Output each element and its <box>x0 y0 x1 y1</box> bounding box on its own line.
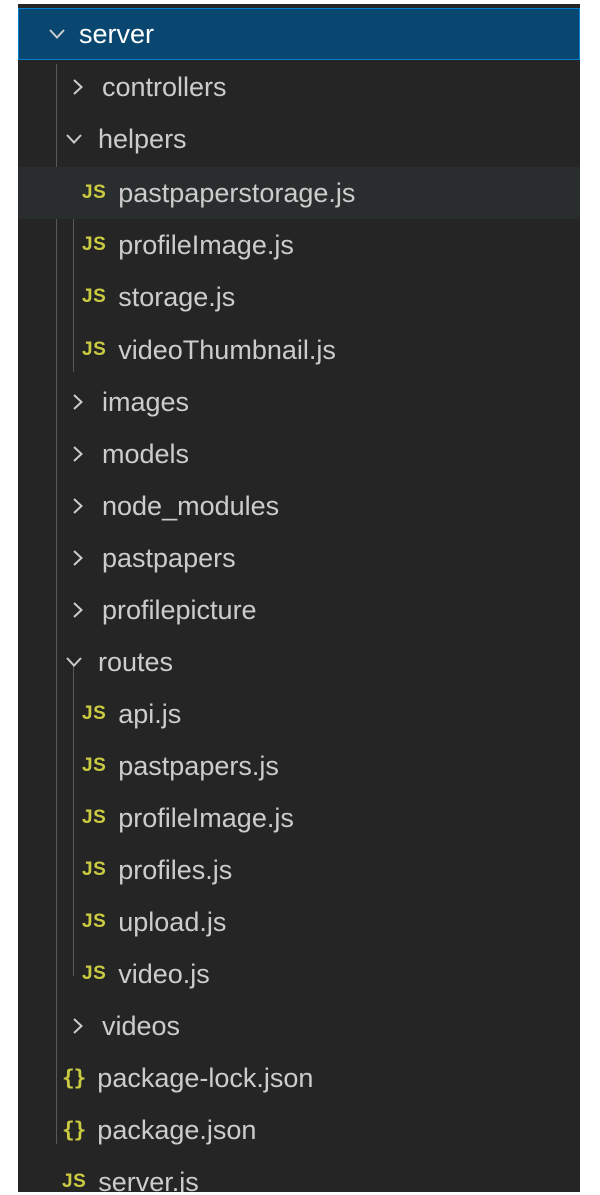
folder-label: videos <box>102 1010 181 1041</box>
file-storage-js[interactable]: JS storage.js <box>18 271 580 323</box>
file-package-lock-json[interactable]: {} package-lock.json <box>18 1052 580 1104</box>
folder-pastpapers[interactable]: pastpapers <box>18 532 580 584</box>
json-file-icon: {} <box>62 1118 86 1142</box>
folder-routes[interactable]: routes <box>18 636 580 688</box>
chevron-down-icon <box>47 24 67 44</box>
file-explorer-tree: server controllers helpers JS pastpapers… <box>18 4 580 1192</box>
file-label: pastpapers.js <box>118 750 279 781</box>
file-api-js[interactable]: JS api.js <box>18 688 580 740</box>
folder-label: images <box>102 386 190 417</box>
javascript-file-icon: JS <box>82 911 107 932</box>
javascript-file-icon: JS <box>62 1171 87 1192</box>
javascript-file-icon: JS <box>82 963 107 984</box>
javascript-file-icon: JS <box>82 182 107 203</box>
json-file-icon: {} <box>62 1066 86 1090</box>
file-label: videoThumbnail.js <box>118 334 336 365</box>
javascript-file-icon: JS <box>82 339 107 360</box>
chevron-right-icon <box>68 444 88 464</box>
folder-server[interactable]: server <box>18 8 580 60</box>
folder-label: controllers <box>102 71 227 102</box>
file-label: video.js <box>118 958 210 989</box>
javascript-file-icon: JS <box>82 807 107 828</box>
chevron-right-icon <box>68 496 88 516</box>
folder-helpers[interactable]: helpers <box>18 113 580 165</box>
javascript-file-icon: JS <box>82 859 107 880</box>
file-label: upload.js <box>118 906 227 937</box>
chevron-right-icon <box>68 77 88 97</box>
file-profileimage-js[interactable]: JS profileImage.js <box>18 219 580 271</box>
file-pastpaperstorage-js[interactable]: JS pastpaperstorage.js <box>18 167 580 219</box>
file-server-js[interactable]: JS server.js <box>18 1156 580 1193</box>
folder-label: node_modules <box>102 490 280 521</box>
file-label: profiles.js <box>118 854 233 885</box>
chevron-right-icon <box>68 548 88 568</box>
folder-node-modules[interactable]: node_modules <box>18 480 580 532</box>
file-label: package.json <box>97 1114 257 1145</box>
chevron-right-icon <box>68 600 88 620</box>
file-profiles-js[interactable]: JS profiles.js <box>18 844 580 896</box>
file-label: package-lock.json <box>97 1062 314 1093</box>
file-video-js[interactable]: JS video.js <box>18 948 580 1000</box>
folder-label: routes <box>98 646 174 677</box>
folder-controllers[interactable]: controllers <box>18 61 580 113</box>
file-videothumbnail-js[interactable]: JS videoThumbnail.js <box>18 324 580 376</box>
javascript-file-icon: JS <box>82 286 107 307</box>
file-label: api.js <box>118 698 182 729</box>
file-label: profileImage.js <box>118 802 294 833</box>
javascript-file-icon: JS <box>82 703 107 724</box>
file-package-json[interactable]: {} package.json <box>18 1104 580 1156</box>
folder-label: pastpapers <box>102 542 236 573</box>
javascript-file-icon: JS <box>82 234 107 255</box>
file-upload-js[interactable]: JS upload.js <box>18 896 580 948</box>
file-label: profileImage.js <box>118 229 294 260</box>
folder-label: server <box>79 18 155 49</box>
chevron-right-icon <box>68 1016 88 1036</box>
file-label: storage.js <box>118 281 236 312</box>
file-profileimage-js[interactable]: JS profileImage.js <box>18 792 580 844</box>
folder-profilepicture[interactable]: profilepicture <box>18 584 580 636</box>
folder-label: helpers <box>98 123 187 154</box>
javascript-file-icon: JS <box>82 755 107 776</box>
file-label: pastpaperstorage.js <box>118 177 356 208</box>
folder-label: profilepicture <box>102 594 257 625</box>
chevron-right-icon <box>68 392 88 412</box>
file-pastpapers-js[interactable]: JS pastpapers.js <box>18 740 580 792</box>
folder-label: models <box>102 438 190 469</box>
chevron-down-icon <box>64 652 84 672</box>
folder-videos[interactable]: videos <box>18 1000 580 1052</box>
folder-images[interactable]: images <box>18 376 580 428</box>
chevron-down-icon <box>64 129 84 149</box>
folder-models[interactable]: models <box>18 428 580 480</box>
file-label: server.js <box>98 1166 199 1193</box>
